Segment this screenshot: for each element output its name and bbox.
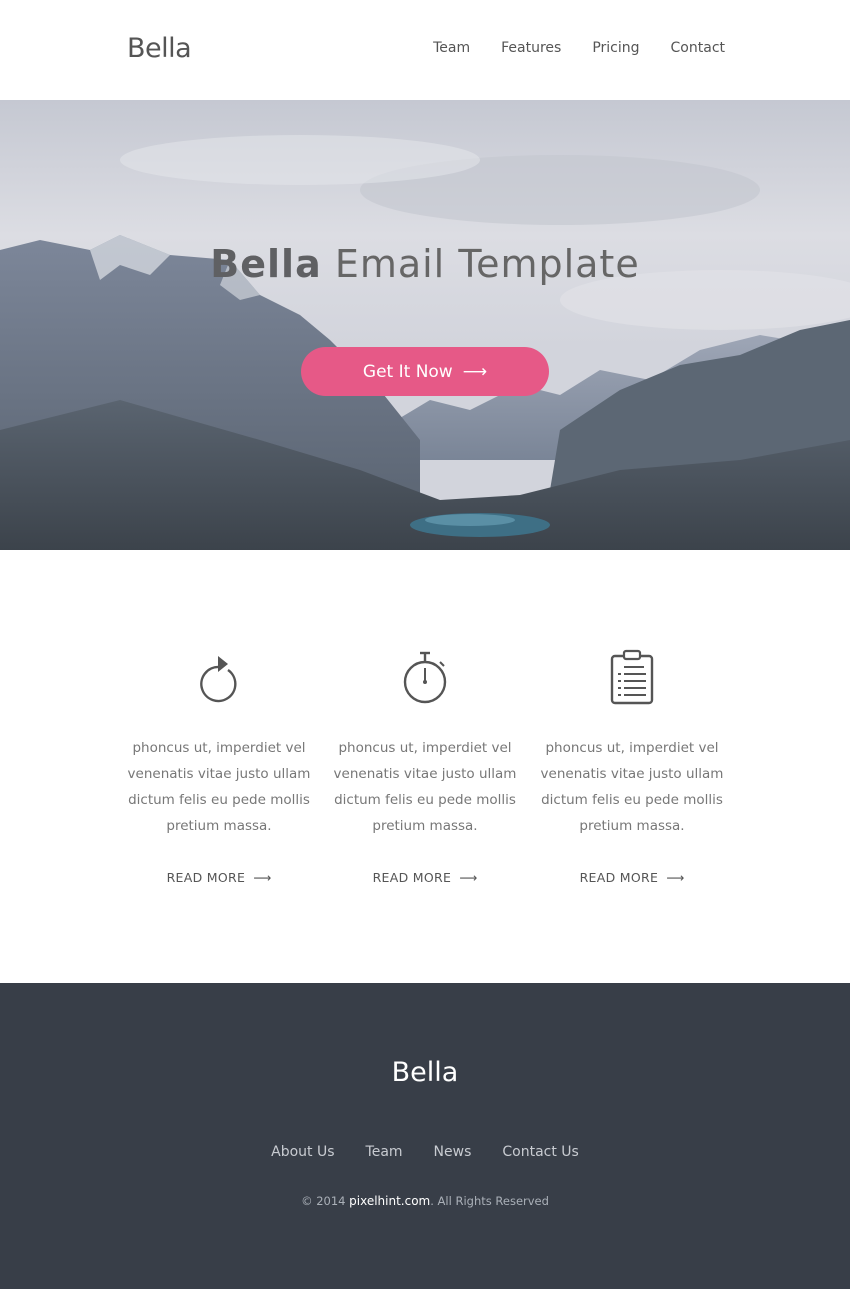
stopwatch-icon xyxy=(403,651,447,704)
footer-nav-about-us[interactable]: About Us xyxy=(271,1144,334,1160)
read-more-link[interactable]: READ MORE ⟶ xyxy=(119,870,319,885)
arrow-right-icon: ⟶ xyxy=(462,361,488,382)
cta-label: Get It Now xyxy=(362,361,453,382)
nav-pricing[interactable]: Pricing xyxy=(592,40,639,56)
get-it-now-button[interactable]: Get It Now ⟶ xyxy=(301,347,549,396)
copyright: © 2014 pixelhint.com. All Rights Reserve… xyxy=(0,1194,850,1208)
footer-nav-team[interactable]: Team xyxy=(366,1144,403,1160)
feature-description: phoncus ut, imperdiet vel venenatis vita… xyxy=(127,740,311,834)
nav-contact[interactable]: Contact xyxy=(671,40,725,56)
header: Bella Team Features Pricing Contact xyxy=(0,0,850,100)
hero-title: Bella Email Template xyxy=(0,242,850,286)
copyright-prefix: © 2014 xyxy=(301,1194,346,1208)
feature-description: phoncus ut, imperdiet vel venenatis vita… xyxy=(540,740,724,834)
read-more-label: READ MORE xyxy=(579,870,659,885)
read-more-link[interactable]: READ MORE ⟶ xyxy=(532,870,732,885)
footer-logo[interactable]: Bella xyxy=(0,1057,850,1088)
logo[interactable]: Bella xyxy=(127,33,192,64)
refresh-icon xyxy=(200,656,237,703)
nav-features[interactable]: Features xyxy=(501,40,561,56)
arrow-right-icon: ⟶ xyxy=(459,870,478,885)
read-more-label: READ MORE xyxy=(166,870,246,885)
hero-banner: Bella Email Template Get It Now ⟶ xyxy=(0,100,850,550)
mountain-landscape-image xyxy=(0,100,850,550)
copyright-suffix: . All Rights Reserved xyxy=(430,1194,549,1208)
copyright-site-link[interactable]: pixelhint.com xyxy=(349,1194,430,1208)
hero-title-subtitle: Email Template xyxy=(334,242,640,286)
main-nav: Team Features Pricing Contact xyxy=(433,40,725,56)
footer-nav: About Us Team News Contact Us xyxy=(0,1144,850,1160)
read-more-label: READ MORE xyxy=(372,870,452,885)
clipboard-list-icon xyxy=(610,649,654,705)
feature-description: phoncus ut, imperdiet vel venenatis vita… xyxy=(333,740,517,834)
footer-nav-news[interactable]: News xyxy=(434,1144,472,1160)
arrow-right-icon: ⟶ xyxy=(253,870,272,885)
footer: Bella About Us Team News Contact Us © 20… xyxy=(0,983,850,1289)
nav-team[interactable]: Team xyxy=(433,40,470,56)
footer-nav-contact-us[interactable]: Contact Us xyxy=(502,1144,578,1160)
arrow-right-icon: ⟶ xyxy=(666,870,685,885)
read-more-link[interactable]: READ MORE ⟶ xyxy=(325,870,525,885)
hero-title-brand: Bella xyxy=(210,242,322,286)
features-section: phoncus ut, imperdiet vel venenatis vita… xyxy=(0,550,850,983)
